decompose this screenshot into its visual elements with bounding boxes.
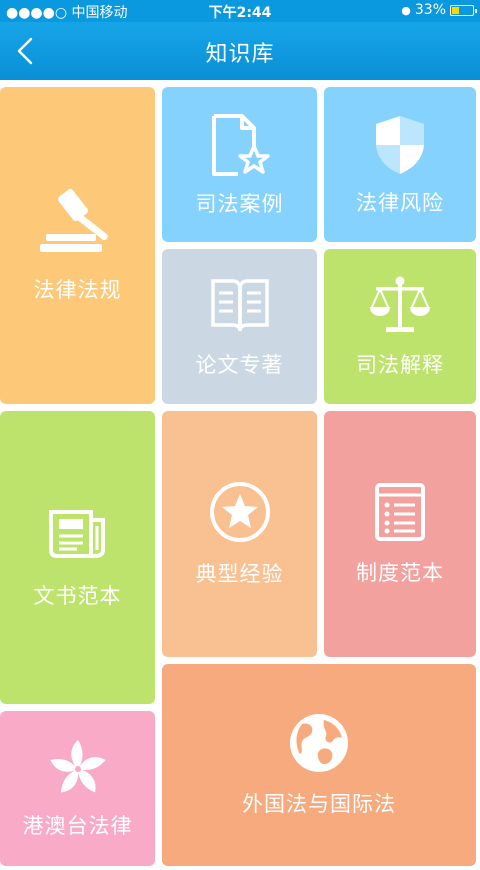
category-grid: 法律法规 司法案例 法律风险 论文专著 司法解释 文书范本 典型经验 制度范本 … bbox=[0, 80, 480, 870]
tile-papers-monographs[interactable]: 论文专著 bbox=[162, 249, 317, 404]
tile-label: 论文专著 bbox=[195, 352, 284, 377]
open-book-icon bbox=[210, 278, 269, 331]
tile-hk-macau-taiwan-law[interactable]: 港澳台法律 bbox=[0, 711, 155, 866]
tile-label: 港澳台法律 bbox=[22, 813, 133, 838]
globe-icon bbox=[290, 714, 348, 772]
shield-icon bbox=[376, 115, 424, 174]
tile-system-templates[interactable]: 制度范本 bbox=[324, 411, 476, 657]
star-circle-icon bbox=[209, 482, 270, 542]
battery-indicator: ● 33% bbox=[401, 2, 477, 18]
tile-judicial-cases[interactable]: 司法案例 bbox=[162, 87, 317, 242]
battery-icon bbox=[450, 4, 477, 16]
tile-label: 法律风险 bbox=[356, 190, 444, 215]
tile-label: 制度范本 bbox=[356, 561, 444, 585]
tile-laws-regulations[interactable]: 法律法规 bbox=[0, 87, 155, 404]
tile-judicial-interpretations[interactable]: 司法解释 bbox=[324, 249, 476, 404]
tile-label: 司法解释 bbox=[356, 352, 444, 377]
tile-label: 典型经验 bbox=[195, 562, 284, 586]
page-title: 知识库 bbox=[205, 42, 275, 67]
list-document-icon bbox=[375, 483, 425, 541]
tile-foreign-international-law[interactable]: 外国法与国际法 bbox=[162, 664, 476, 866]
scales-icon bbox=[370, 276, 430, 332]
bauhinia-icon bbox=[49, 739, 106, 792]
gavel-icon bbox=[39, 188, 108, 252]
tile-label: 外国法与国际法 bbox=[242, 792, 396, 816]
alarm-icon: ● bbox=[401, 3, 411, 17]
status-bar: ●●●●○ 中国移动 下午2:44 ● 33% bbox=[0, 0, 480, 22]
newspaper-icon bbox=[48, 509, 105, 558]
tile-typical-experience[interactable]: 典型经验 bbox=[162, 411, 317, 657]
tile-document-templates[interactable]: 文书范本 bbox=[0, 411, 155, 704]
document-star-icon bbox=[211, 113, 270, 176]
navigation-bar: 知识库 bbox=[0, 22, 480, 80]
tile-label: 文书范本 bbox=[33, 583, 122, 608]
battery-percent: 33% bbox=[414, 2, 446, 18]
tile-legal-risks[interactable]: 法律风险 bbox=[324, 87, 476, 242]
tile-label: 法律法规 bbox=[33, 277, 122, 302]
tile-label: 司法案例 bbox=[195, 191, 284, 216]
